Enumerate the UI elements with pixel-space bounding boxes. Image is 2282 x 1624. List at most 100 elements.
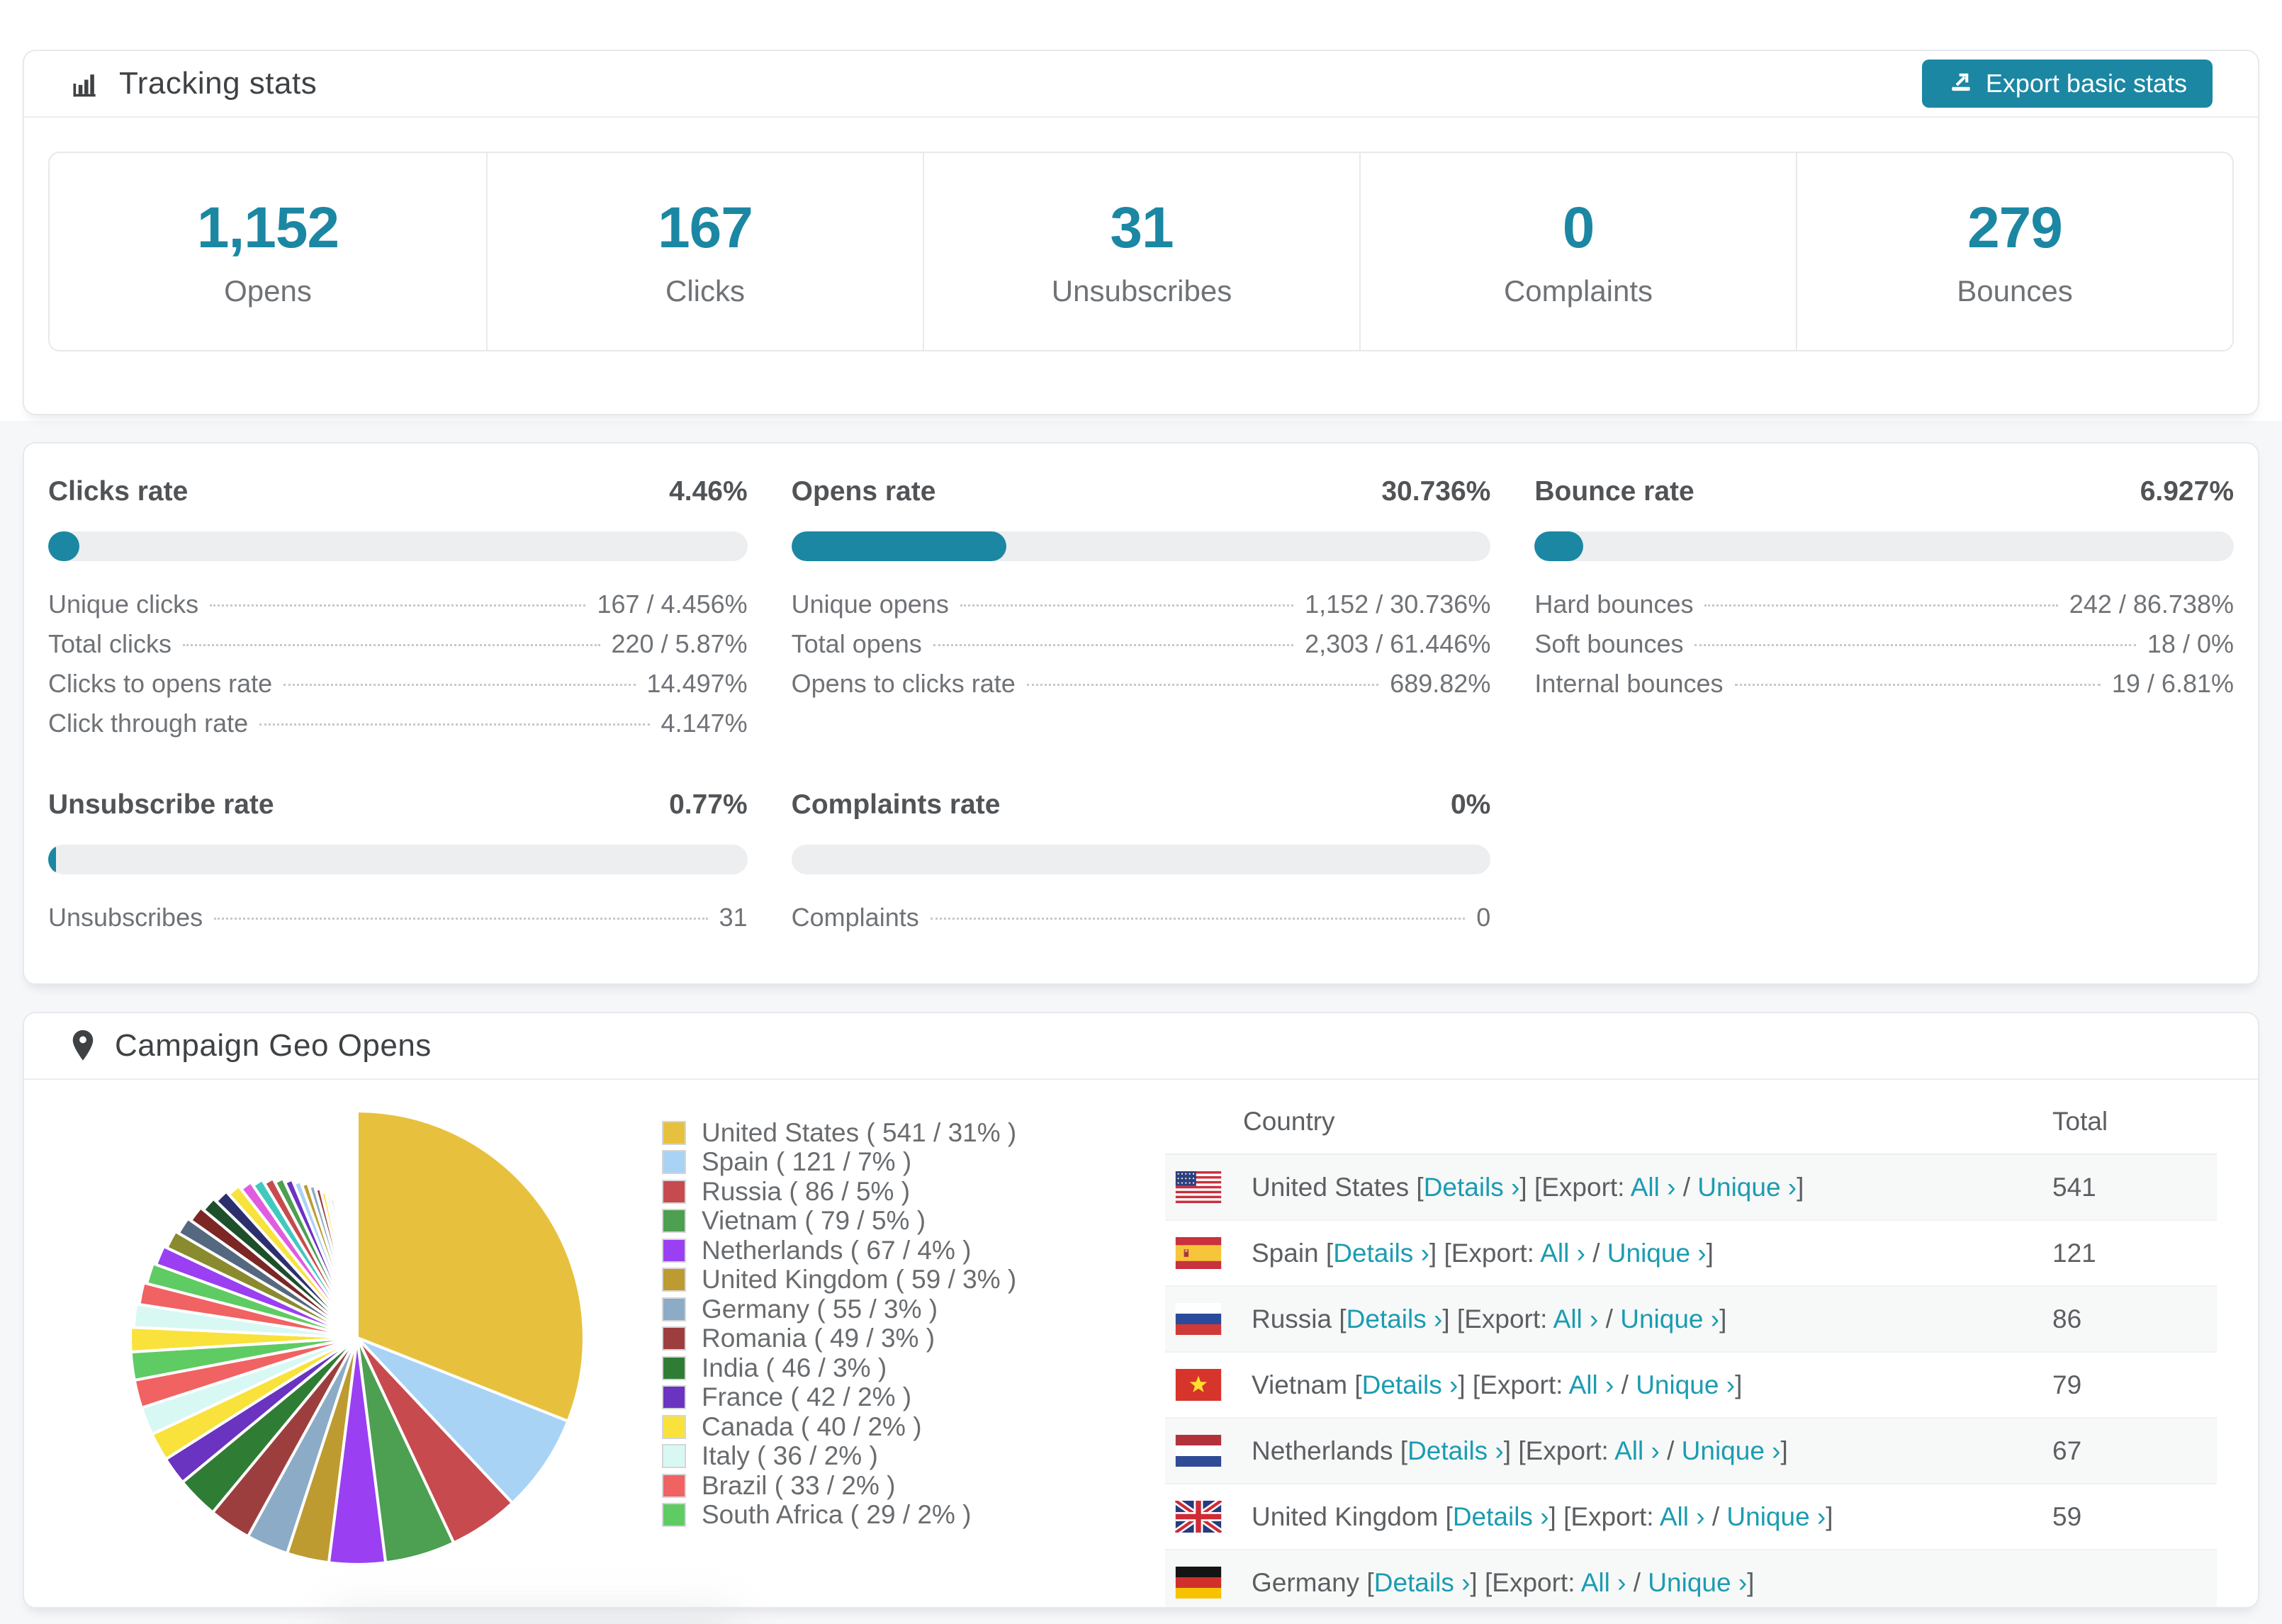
map-pin-icon	[69, 1028, 96, 1064]
rate-metrics: Complaints 0	[792, 903, 1491, 942]
metric-label: Click through rate	[48, 709, 249, 738]
details-link[interactable]: Details ›	[1347, 1304, 1443, 1333]
legend-item: Brazil ( 33 / 2% )	[662, 1471, 995, 1501]
stat-value: 31	[1110, 196, 1174, 260]
metric-row: Total clicks 220 / 5.87%	[48, 629, 748, 669]
stat-cell: 1,152 Opens	[50, 153, 486, 350]
metric-value: 31	[719, 903, 748, 932]
table-row: United Kingdom [Details ›] [Export: All …	[1165, 1484, 2217, 1550]
rate-panel: Unsubscribe rate 0.77% Unsubscribes 31	[48, 789, 748, 942]
export-unique-link[interactable]: Unique ›	[1726, 1502, 1826, 1531]
legend-swatch	[662, 1444, 686, 1469]
progress-fill	[48, 845, 56, 874]
details-link[interactable]: Details ›	[1333, 1239, 1429, 1268]
dotted-leader	[259, 723, 650, 726]
details-link[interactable]: Details ›	[1453, 1502, 1549, 1531]
metric-row: Soft bounces 18 / 0%	[1534, 629, 2234, 669]
legend-item: Netherlands ( 67 / 4% )	[662, 1236, 995, 1265]
geo-pie-svg[interactable]	[122, 1103, 592, 1573]
export-unique-link[interactable]: Unique ›	[1607, 1239, 1707, 1268]
legend-item: India ( 46 / 3% )	[662, 1353, 995, 1383]
rate-panel-header: Clicks rate 4.46%	[48, 476, 748, 507]
export-unique-link[interactable]: Unique ›	[1697, 1173, 1797, 1202]
metric-label: Total clicks	[48, 629, 172, 658]
rate-title: Opens rate	[791, 476, 936, 507]
rate-value: 0%	[1450, 789, 1491, 820]
export-basic-stats-button[interactable]: Export basic stats	[1921, 60, 2213, 108]
export-all-link[interactable]: All ›	[1540, 1239, 1585, 1268]
export-all-link[interactable]: All ›	[1553, 1304, 1599, 1333]
legend-label: Canada ( 40 / 2% )	[702, 1411, 922, 1441]
geo-table: Country Total United States [Details ›] …	[1165, 1090, 2217, 1607]
metric-label: Total opens	[791, 629, 922, 658]
export-all-link[interactable]: All ›	[1614, 1436, 1660, 1465]
progress-bar	[791, 845, 1491, 874]
legend-label: Italy ( 36 / 2% )	[702, 1441, 878, 1471]
rate-panel: Clicks rate 4.46% Unique clicks 167 / 4.456…	[48, 476, 748, 748]
metric-label: Internal bounces	[1534, 669, 1724, 698]
geo-opens-header: Campaign Geo Opens	[24, 1013, 2258, 1080]
export-unique-link[interactable]: Unique ›	[1620, 1304, 1719, 1333]
legend-swatch	[662, 1503, 686, 1528]
metric-value: 689.82%	[1390, 669, 1491, 698]
rate-panel-header: Bounce rate 6.927%	[1534, 476, 2234, 507]
stat-label: Unsubscribes	[1051, 274, 1232, 308]
export-unique-link[interactable]: Unique ›	[1682, 1436, 1781, 1465]
geo-opens-title: Campaign Geo Opens	[115, 1028, 432, 1063]
metric-value: 0	[1476, 903, 1491, 932]
country-flag-es	[1175, 1237, 1222, 1269]
table-row: United States [Details ›] [Export: All ›…	[1165, 1155, 2217, 1221]
legend-swatch	[662, 1297, 686, 1321]
progress-fill	[48, 531, 79, 561]
details-link[interactable]: Details ›	[1374, 1568, 1471, 1597]
export-unique-link[interactable]: Unique ›	[1648, 1568, 1747, 1597]
dotted-leader	[933, 644, 1294, 646]
legend-swatch	[662, 1268, 686, 1292]
progress-bar	[48, 531, 748, 561]
table-row: Vietnam [Details ›] [Export: All › / Uni…	[1165, 1353, 2217, 1419]
legend-item: Canada ( 40 / 2% )	[662, 1412, 995, 1442]
export-all-link[interactable]: All ›	[1631, 1173, 1676, 1202]
legend-swatch	[662, 1473, 686, 1498]
metric-value: 242 / 86.738%	[2069, 590, 2234, 619]
dotted-leader	[1026, 684, 1379, 686]
metric-value: 18 / 0%	[2147, 629, 2234, 658]
rate-title: Unsubscribe rate	[48, 789, 274, 820]
table-row: Spain [Details ›] [Export: All › / Uniqu…	[1165, 1221, 2217, 1287]
details-link[interactable]: Details ›	[1424, 1173, 1520, 1202]
export-all-link[interactable]: All ›	[1569, 1370, 1614, 1399]
legend-label: United States ( 541 / 31% )	[702, 1117, 1017, 1147]
export-all-link[interactable]: All ›	[1581, 1568, 1626, 1597]
metric-label: Opens to clicks rate	[791, 669, 1016, 698]
rates-card: Clicks rate 4.46% Unique clicks 167 / 4.456…	[23, 442, 2259, 985]
stat-label: Bounces	[1957, 274, 2073, 308]
export-unique-link[interactable]: Unique ›	[1636, 1370, 1735, 1399]
progress-fill	[791, 531, 1006, 561]
legend-item: United States ( 541 / 31% )	[662, 1118, 1016, 1148]
rate-metrics: Unique clicks 167 / 4.456% Total clicks 220…	[48, 590, 748, 748]
legend-item: Spain ( 121 / 7% )	[662, 1147, 995, 1178]
rate-title: Clicks rate	[48, 476, 189, 507]
details-link[interactable]: Details ›	[1362, 1370, 1458, 1399]
metric-label: Complaints	[791, 903, 919, 932]
metric-row: Clicks to opens rate 14.497%	[48, 669, 748, 709]
country-flag-vn	[1175, 1369, 1222, 1401]
metric-value: 14.497%	[646, 669, 748, 698]
table-row: Netherlands [Details ›] [Export: All › /…	[1165, 1419, 2217, 1484]
legend-item: United Kingdom ( 59 / 3% )	[662, 1265, 1016, 1295]
legend-item: Italy ( 36 / 2% )	[662, 1441, 995, 1472]
stat-cell: 0 Complaints	[1359, 153, 1796, 350]
metric-row: Complaints 0	[792, 903, 1491, 942]
legend-label: Spain ( 121 / 7% )	[702, 1147, 912, 1177]
country-flag-de	[1175, 1567, 1222, 1598]
export-all-link[interactable]: All ›	[1660, 1502, 1705, 1531]
legend-label: Romania ( 49 / 3% )	[702, 1324, 935, 1353]
country-cell: Russia [Details ›] [Export: All › / Uniq…	[1252, 1304, 1727, 1333]
details-link[interactable]: Details ›	[1407, 1436, 1504, 1465]
total-cell: 79	[2052, 1370, 2082, 1399]
dotted-leader	[1694, 644, 2136, 646]
stat-value: 1,152	[196, 196, 339, 260]
rate-metrics: Unsubscribes 31	[48, 903, 748, 942]
metric-label: Unique clicks	[48, 590, 199, 619]
stat-label: Clicks	[665, 274, 745, 308]
